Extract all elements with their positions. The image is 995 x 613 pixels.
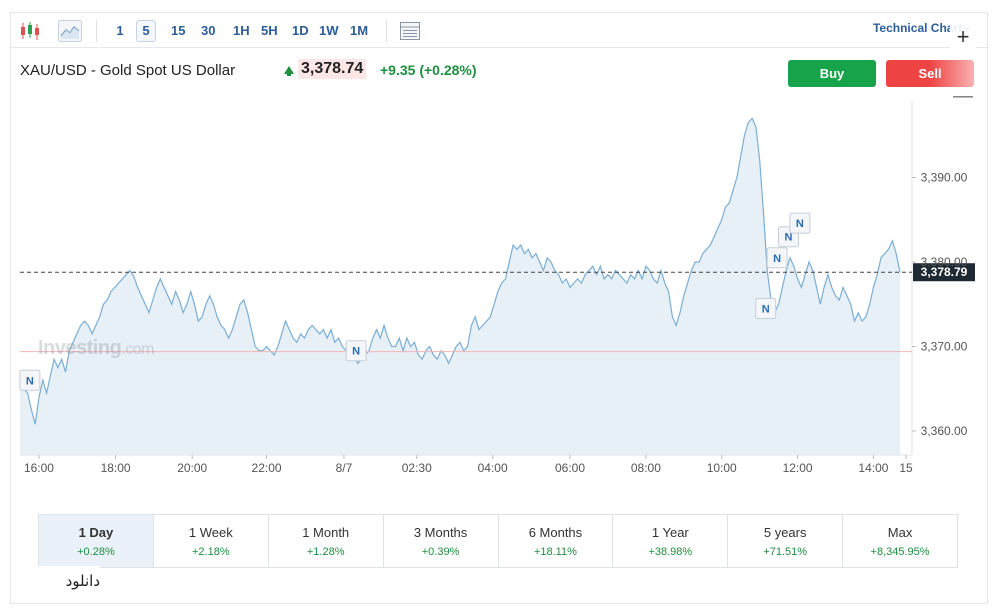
period-performance-bar: 1 Day +0.28% 1 Week +2.18% 1 Month +1.28…	[38, 514, 958, 568]
x-tick-label: 20:00	[177, 461, 207, 475]
period-label: 1 Year	[651, 525, 689, 540]
y-tick-label: 3,390.00	[921, 171, 968, 185]
news-marker[interactable]: N	[19, 369, 41, 391]
watermark-brand: Investing	[38, 337, 122, 359]
period-label: 6 Months	[528, 525, 583, 540]
investing-watermark: Investing.com	[38, 337, 154, 360]
period-change: +1.28%	[306, 546, 345, 558]
watermark-suffix: .com	[121, 341, 154, 358]
news-marker[interactable]: N	[766, 247, 788, 269]
download-button[interactable]: دانلود	[12, 566, 100, 596]
news-marker[interactable]: N	[345, 340, 367, 362]
news-marker[interactable]: N	[755, 298, 777, 319]
period-change: +2.18%	[192, 546, 230, 558]
period-label: 1 Week	[188, 525, 233, 540]
x-tick-label: 08:00	[631, 461, 661, 475]
period-3-months[interactable]: 3 Months +0.39%	[383, 515, 499, 567]
period-1-year[interactable]: 1 Year +38.98%	[613, 515, 729, 567]
x-tick-label: 10:00	[707, 461, 737, 475]
period-change: +71.51%	[763, 546, 808, 558]
period-label: 1 Month	[302, 525, 350, 540]
news-marker-label: N	[352, 346, 360, 358]
news-marker-label: N	[762, 304, 770, 316]
news-marker-label: N	[26, 375, 34, 387]
price-area-fill	[20, 118, 900, 456]
y-tick-label: 3,360.00	[921, 424, 968, 438]
x-tick-label: 04:00	[478, 461, 508, 475]
period-label: 1 Day	[78, 525, 114, 540]
period-1-month[interactable]: 1 Month +1.28%	[268, 515, 384, 567]
x-tick-label: 06:00	[555, 461, 585, 475]
x-tick-label: 15	[899, 461, 913, 475]
period-6-months[interactable]: 6 Months +18.11%	[498, 515, 614, 567]
news-marker-label: N	[773, 253, 781, 265]
price-chart[interactable]: NNNNNN 3,378.793,360.003,370.003,380.003…	[0, 0, 995, 490]
period-change: +0.28%	[77, 546, 115, 558]
y-tick-label: 3,370.00	[921, 340, 968, 354]
period-label: Max	[887, 525, 913, 540]
x-tick-label: 14:00	[858, 461, 888, 475]
news-marker[interactable]: N	[789, 212, 811, 234]
x-tick-label: 18:00	[101, 461, 131, 475]
period-change: +18.11%	[533, 546, 577, 558]
period-change: +0.39%	[421, 546, 460, 558]
period-5-years[interactable]: 5 years +71.51%	[728, 515, 844, 567]
period-max[interactable]: Max +8,345.95%	[843, 515, 957, 567]
x-tick-label: 8/7	[336, 461, 353, 475]
period-change: +8,345.95%	[870, 546, 930, 558]
x-tick-label: 22:00	[252, 461, 282, 475]
period-1-week[interactable]: 1 Week +2.18%	[153, 515, 269, 567]
period-1-day[interactable]: 1 Day +0.28%	[39, 515, 154, 567]
y-tick-label: 3,380.00	[921, 255, 968, 269]
period-label: 3 Months	[413, 525, 468, 540]
period-label: 5 years	[763, 525, 807, 540]
period-change: +38.98%	[648, 546, 693, 558]
x-tick-label: 16:00	[24, 461, 54, 475]
news-marker-label: N	[796, 218, 804, 230]
x-tick-label: 02:30	[402, 461, 432, 475]
x-tick-label: 12:00	[783, 461, 813, 475]
